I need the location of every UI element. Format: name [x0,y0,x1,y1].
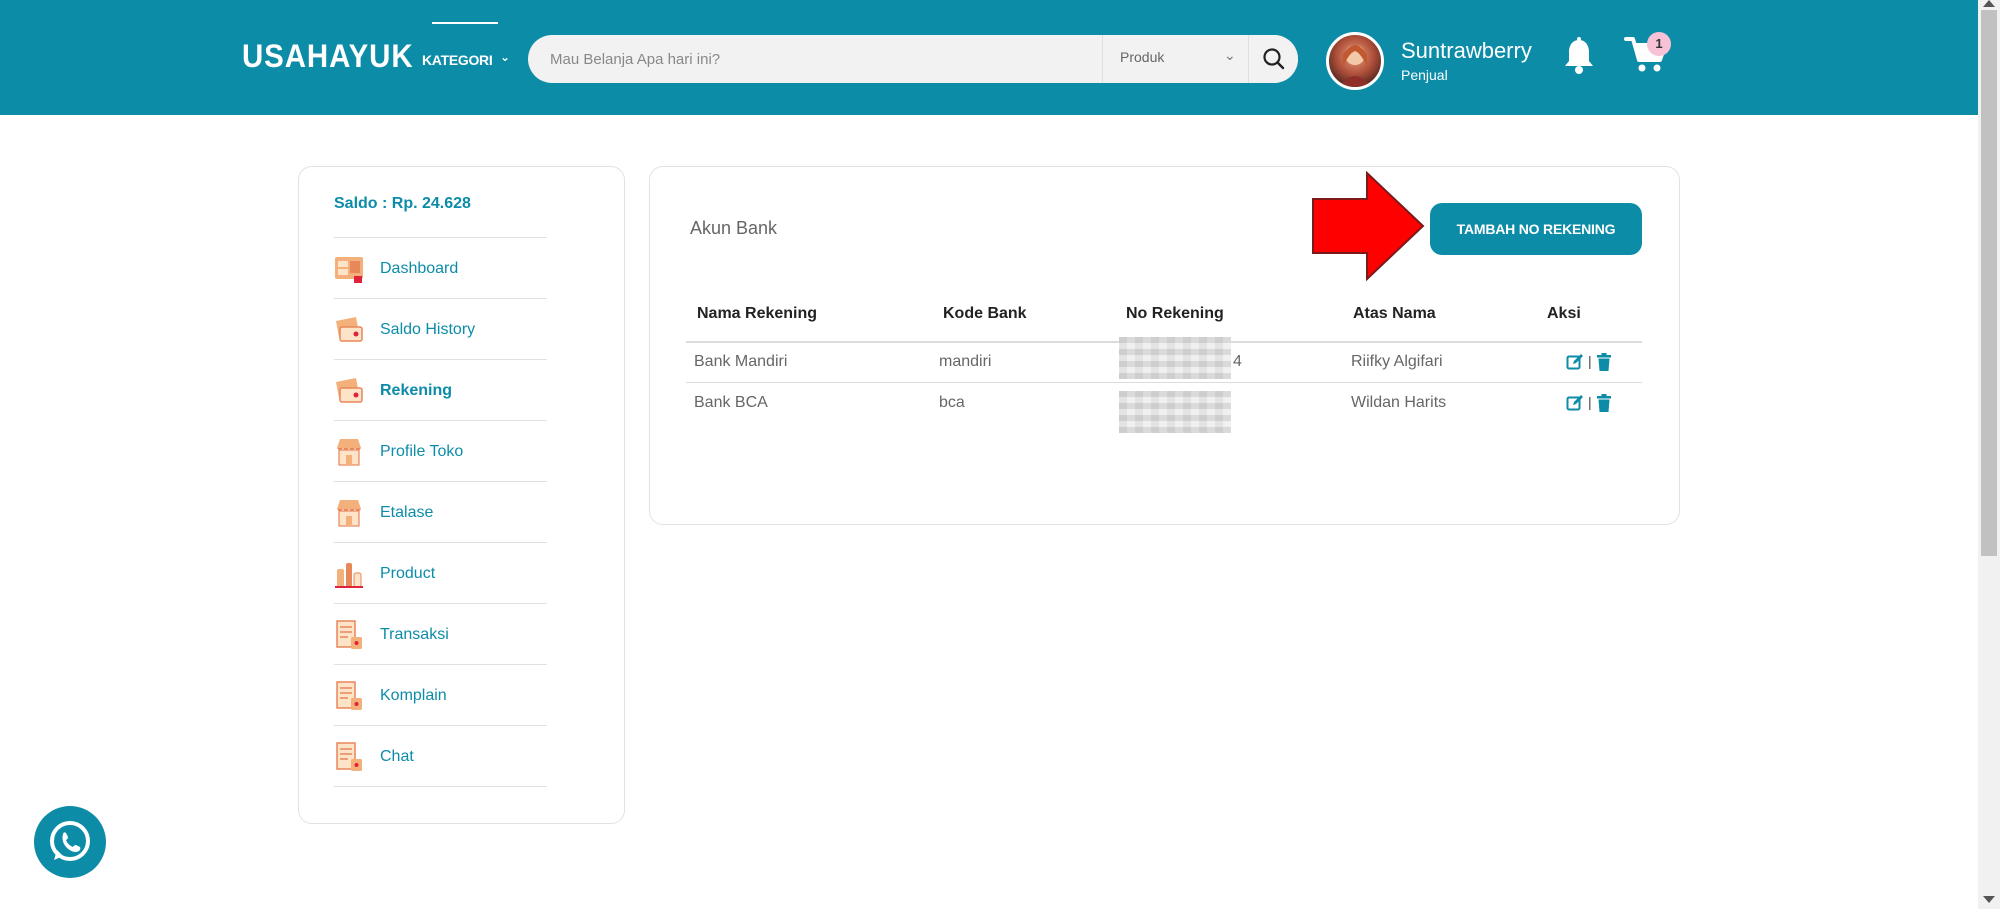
user-name[interactable]: Suntrawberry [1401,38,1532,64]
sidebar-item-rekening[interactable]: Rekening [334,360,547,421]
add-account-button[interactable]: TAMBAH NO REKENING [1430,203,1642,255]
bank-account-card: Akun Bank TAMBAH NO REKENING Nama Rekeni… [649,166,1680,525]
trash-icon[interactable] [1596,353,1612,371]
whatsapp-chat-button[interactable] [34,806,106,878]
redacted-account-number [1119,337,1231,379]
edit-icon[interactable] [1566,394,1584,412]
sidebar-item-label: Profile Toko [380,443,464,460]
edit-icon[interactable] [1566,353,1584,371]
search-bar: Produk ⌄ [528,35,1298,83]
store-icon [334,437,364,467]
search-divider [1102,35,1103,83]
document-icon [334,681,364,711]
sidebar-item-label: Rekening [380,382,453,399]
cell-atas-nama: Wildan Harits [1351,394,1447,411]
saldo-balance: Saldo : Rp. 24.628 [334,195,471,212]
page-title: Akun Bank [690,218,778,238]
bell-icon [1565,37,1593,74]
search-icon [1263,48,1285,70]
scroll-up-arrow[interactable] [1983,0,1995,7]
sidebar-item-label: Etalase [380,504,434,521]
sidebar-item-etalase[interactable]: Etalase [334,482,547,543]
avatar-image [1339,45,1371,87]
trash-icon[interactable] [1596,394,1612,412]
annotation-arrow-icon [1312,171,1425,282]
sidebar-item-profile-toko[interactable]: Profile Toko [334,421,547,482]
kategori-indicator [432,22,498,24]
chevron-down-icon: ⌄ [1224,47,1236,63]
chevron-down-icon: ⌄ [500,50,511,64]
kategori-label: KATEGORI [422,52,493,68]
action-separator: | [1588,394,1592,410]
cell-atas-nama: Riifky Algifari [1351,353,1443,370]
site-logo[interactable]: USAHAYUK [242,38,413,75]
cell-nama-rekening: Bank BCA [694,394,768,411]
cart-count-badge: 1 [1647,32,1671,56]
document-icon [334,742,364,772]
column-header-kode-bank: Kode Bank [943,305,1027,322]
sidebar-item-label: Product [380,565,436,582]
wallet-icon [334,315,364,345]
search-button[interactable] [1248,35,1298,83]
sidebar-item-product[interactable]: Product [334,543,547,604]
sidebar-item-label: Chat [380,748,414,765]
sidebar-item-transaksi[interactable]: Transaksi [334,604,547,665]
column-header-aksi: Aksi [1547,305,1581,322]
column-header-no-rekening: No Rekening [1126,305,1224,322]
dashboard-icon [334,254,364,284]
sidebar-item-label: Saldo History [380,321,476,338]
sidebar-item-chat[interactable]: Chat [334,726,547,787]
redacted-account-number [1119,391,1231,433]
column-header-nama-rekening: Nama Rekening [697,305,818,322]
notification-button[interactable] [1562,36,1596,76]
seller-sidebar: Saldo : Rp. 24.628 Dashboard Saldo Histor… [298,166,625,824]
search-type-select[interactable]: Produk [1120,49,1164,65]
top-navbar: USAHAYUK KATEGORI ⌄ Produk ⌄ Suntrawberr… [0,0,1978,115]
sidebar-item-komplain[interactable]: Komplain [334,665,547,726]
avatar[interactable] [1326,32,1384,90]
scroll-down-arrow[interactable] [1983,896,1995,903]
whatsapp-icon [50,821,90,861]
wallet-icon [334,376,364,406]
user-role: Penjual [1401,67,1448,83]
action-separator: | [1588,353,1592,369]
page-scrollbar[interactable] [1978,0,2000,909]
sidebar-item-label: Dashboard [380,260,459,277]
cell-kode-bank: bca [939,394,965,411]
cell-kode-bank: mandiri [939,353,992,370]
store-icon [334,498,364,528]
cell-no-rekening-suffix: 4 [1233,353,1242,370]
search-input[interactable] [550,35,1110,83]
product-icon [334,559,364,589]
sidebar-item-saldo-history[interactable]: Saldo History [334,299,547,360]
sidebar-item-dashboard[interactable]: Dashboard [334,238,547,299]
kategori-menu[interactable]: KATEGORI ⌄ [422,20,510,90]
column-header-atas-nama: Atas Nama [1353,305,1436,322]
scrollbar-thumb[interactable] [1981,10,1997,556]
sidebar-item-label: Komplain [380,687,447,704]
sidebar-item-label: Transaksi [380,626,449,643]
cell-nama-rekening: Bank Mandiri [694,353,788,370]
row-divider [686,382,1642,383]
document-icon [334,620,364,650]
